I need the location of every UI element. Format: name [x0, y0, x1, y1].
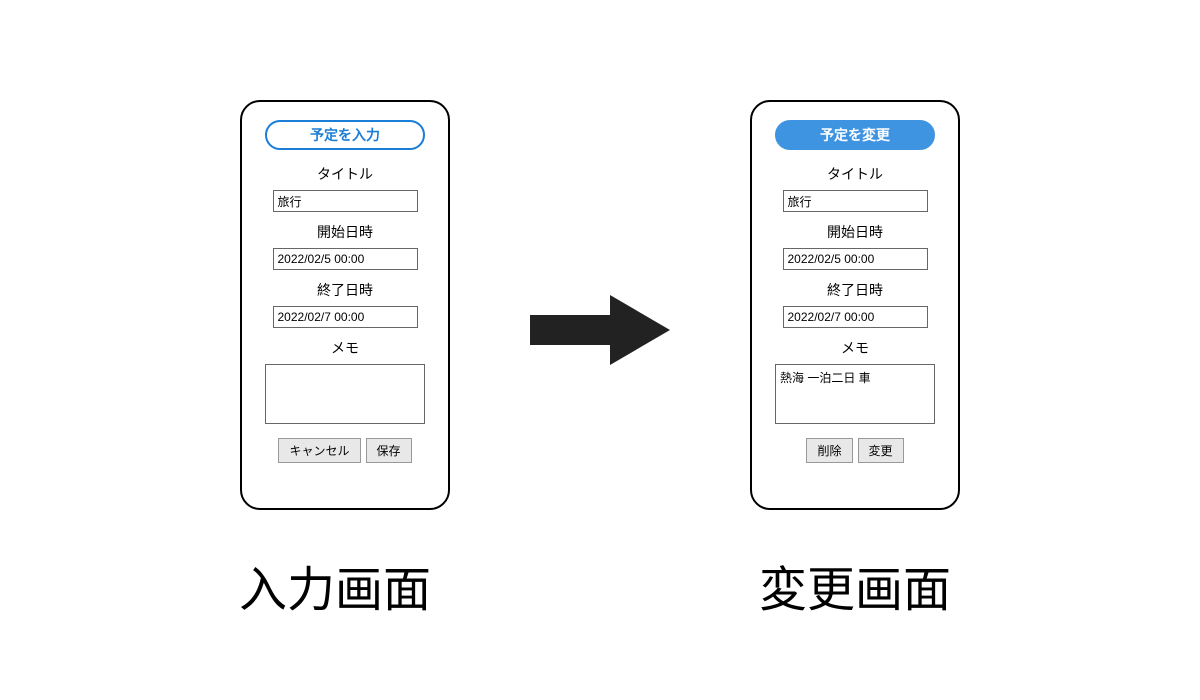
cancel-button[interactable]: キャンセル — [278, 438, 360, 463]
change-caption: 変更画面 — [759, 550, 951, 620]
input-caption: 入力画面 — [239, 550, 431, 620]
change-start-group: 開始日時 — [783, 222, 928, 270]
input-button-row: キャンセル 保存 — [278, 438, 411, 463]
input-memo-group: メモ — [265, 338, 425, 424]
input-phone-frame: 予定を入力 タイトル 開始日時 終了日時 メモ キャンセル 保存 — [240, 100, 450, 510]
change-button-row: 削除 変更 — [806, 438, 903, 463]
input-end-group: 終了日時 — [273, 280, 418, 328]
change-title-label: タイトル — [827, 164, 883, 184]
delete-button[interactable]: 削除 — [806, 438, 852, 463]
change-header-pill: 予定を変更 — [775, 120, 935, 150]
change-end-group: 終了日時 — [783, 280, 928, 328]
change-header-text: 予定を変更 — [820, 125, 890, 145]
input-header-text: 予定を入力 — [310, 125, 380, 145]
input-title-field[interactable] — [273, 190, 418, 212]
arrow-wrapper — [530, 290, 670, 370]
change-end-field[interactable] — [783, 306, 928, 328]
diagram-container: 予定を入力 タイトル 開始日時 終了日時 メモ キャンセル 保存 — [0, 0, 1200, 620]
input-end-label: 終了日時 — [317, 280, 373, 300]
input-header-pill: 予定を入力 — [265, 120, 425, 150]
input-start-group: 開始日時 — [273, 222, 418, 270]
change-start-label: 開始日時 — [827, 222, 883, 242]
input-title-group: タイトル — [273, 164, 418, 212]
save-button[interactable]: 保存 — [366, 438, 412, 463]
change-phone-frame: 予定を変更 タイトル 開始日時 終了日時 メモ 削除 変更 — [750, 100, 960, 510]
change-button[interactable]: 変更 — [858, 438, 904, 463]
change-title-group: タイトル — [783, 164, 928, 212]
input-start-label: 開始日時 — [317, 222, 373, 242]
input-memo-field[interactable] — [265, 364, 425, 424]
input-start-field[interactable] — [273, 248, 418, 270]
input-screen-wrapper: 予定を入力 タイトル 開始日時 終了日時 メモ キャンセル 保存 — [240, 100, 450, 620]
change-end-label: 終了日時 — [827, 280, 883, 300]
change-memo-field[interactable] — [775, 364, 935, 424]
input-end-field[interactable] — [273, 306, 418, 328]
change-screen-wrapper: 予定を変更 タイトル 開始日時 終了日時 メモ 削除 変更 — [750, 100, 960, 620]
change-start-field[interactable] — [783, 248, 928, 270]
input-title-label: タイトル — [317, 164, 373, 184]
input-memo-label: メモ — [331, 338, 359, 358]
change-memo-group: メモ — [775, 338, 935, 424]
change-memo-label: メモ — [841, 338, 869, 358]
change-title-field[interactable] — [783, 190, 928, 212]
arrow-right-icon — [530, 290, 670, 370]
